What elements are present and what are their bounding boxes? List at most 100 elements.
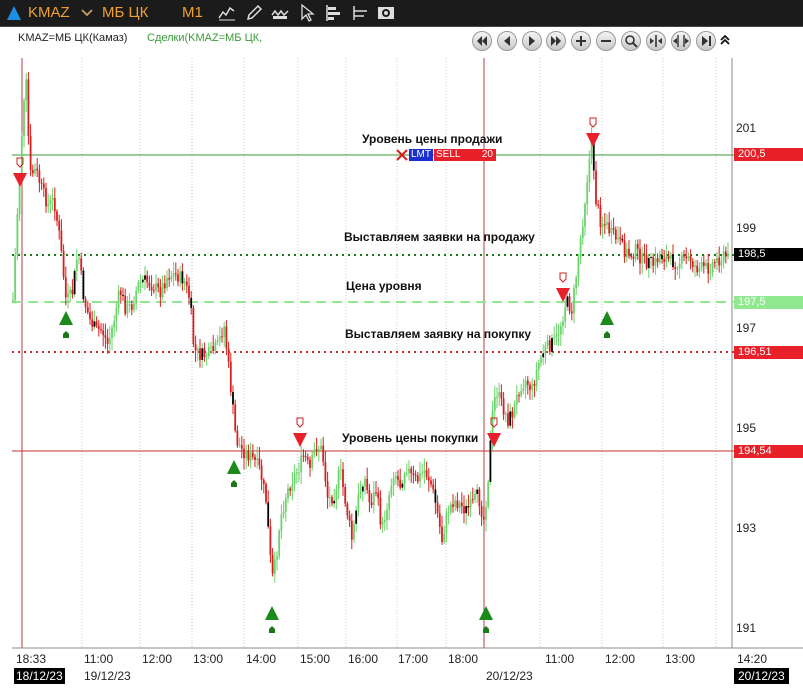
- candle-body: [632, 257, 635, 259]
- candle-body: [97, 325, 100, 330]
- candle-body: [570, 311, 573, 314]
- candle-body: [339, 469, 342, 471]
- candle-body: [84, 299, 87, 308]
- candle-body: [691, 261, 694, 267]
- candle-body: [117, 290, 120, 309]
- candle-body: [449, 504, 452, 513]
- candle-body: [47, 203, 50, 207]
- candle-body: [331, 497, 333, 504]
- candle-body: [678, 263, 681, 269]
- price-chart[interactable]: [0, 27, 803, 689]
- candle-body: [432, 484, 435, 490]
- order-qty-badge[interactable]: 20: [462, 149, 496, 161]
- triangle-up-icon[interactable]: [4, 3, 24, 23]
- candle-body: [333, 500, 336, 504]
- timeframe-label[interactable]: M1: [182, 3, 203, 23]
- ticker-label[interactable]: KMAZ: [28, 3, 70, 23]
- candle-body: [621, 238, 624, 241]
- candle-body: [324, 461, 327, 482]
- candle-body: [207, 346, 210, 357]
- candle-body: [86, 307, 89, 313]
- sell-signal-marker: [293, 433, 307, 447]
- candle-body: [555, 334, 558, 338]
- candle-body: [559, 326, 562, 335]
- candle-body: [553, 337, 556, 339]
- candle-body: [434, 489, 437, 503]
- candle-body: [335, 489, 338, 501]
- candle-body: [658, 255, 661, 263]
- candle-body: [29, 135, 32, 170]
- cursor-icon[interactable]: [297, 3, 317, 23]
- candle-body: [315, 449, 318, 451]
- candle-body: [531, 384, 534, 390]
- candle-body: [480, 506, 483, 517]
- candle-body: [551, 337, 553, 352]
- candle-body: [95, 321, 98, 326]
- level-price-annotation: Цена уровня: [346, 279, 422, 293]
- candle-body: [643, 253, 646, 255]
- candle-body: [408, 468, 410, 474]
- candle-body: [366, 478, 369, 491]
- candle-body: [713, 262, 716, 264]
- candle-body: [392, 477, 395, 486]
- candle-body: [269, 526, 272, 555]
- candle-body: [276, 556, 278, 560]
- candle-body: [119, 290, 122, 295]
- candle-body: [170, 276, 173, 280]
- candle-body: [291, 483, 294, 491]
- x-tick: 17:00: [398, 652, 429, 666]
- cancel-order-icon[interactable]: [395, 148, 409, 162]
- candle-body: [113, 321, 116, 328]
- candle-body: [49, 199, 52, 204]
- candle-body: [353, 523, 355, 540]
- candle-body: [542, 353, 545, 358]
- x-tick: 14:00: [246, 652, 277, 666]
- candle-body: [238, 445, 241, 447]
- candle-body: [64, 277, 67, 298]
- candle-body: [608, 222, 611, 234]
- candle-body: [196, 348, 199, 351]
- candle-body: [436, 502, 439, 514]
- candle-body: [412, 473, 415, 475]
- level-icon[interactable]: [350, 3, 370, 23]
- volume-profile-icon[interactable]: [324, 3, 344, 23]
- candle-body: [328, 497, 331, 499]
- candle-body: [423, 470, 426, 473]
- y-tick: 201: [736, 121, 757, 135]
- candle-body: [157, 283, 160, 288]
- candle-body: [150, 286, 153, 291]
- board-label[interactable]: МБ ЦК: [102, 3, 148, 23]
- candle-body: [672, 254, 674, 268]
- pencil-icon[interactable]: [244, 3, 264, 23]
- candle-body: [185, 281, 188, 286]
- candle-body: [350, 520, 353, 540]
- candle-body: [579, 238, 582, 258]
- candle-body: [469, 499, 472, 508]
- candle-body: [502, 398, 505, 415]
- candle-body: [91, 319, 94, 327]
- camera-icon[interactable]: [376, 3, 396, 23]
- candle-body: [716, 257, 718, 263]
- candle-body: [478, 489, 481, 507]
- candle-body: [75, 259, 78, 271]
- candle-body: [148, 282, 151, 287]
- candle-body: [166, 277, 168, 289]
- candle-body: [577, 257, 580, 278]
- candle-body: [284, 498, 287, 512]
- candle-body: [265, 483, 267, 503]
- indicator-icon[interactable]: [270, 3, 290, 23]
- candle-body: [628, 248, 630, 256]
- candle-body: [390, 485, 393, 495]
- candle-body: [377, 492, 380, 499]
- candle-body: [405, 473, 408, 475]
- candle-body: [258, 458, 261, 466]
- chevron-down-icon[interactable]: [80, 5, 94, 21]
- candle-body: [427, 477, 430, 481]
- candle-body: [229, 361, 232, 392]
- line-style-icon[interactable]: [217, 3, 237, 23]
- candle-body: [232, 391, 234, 405]
- candle-body: [146, 275, 149, 283]
- candle-body: [509, 411, 512, 426]
- candle-body: [652, 256, 655, 266]
- candle-body: [260, 465, 263, 480]
